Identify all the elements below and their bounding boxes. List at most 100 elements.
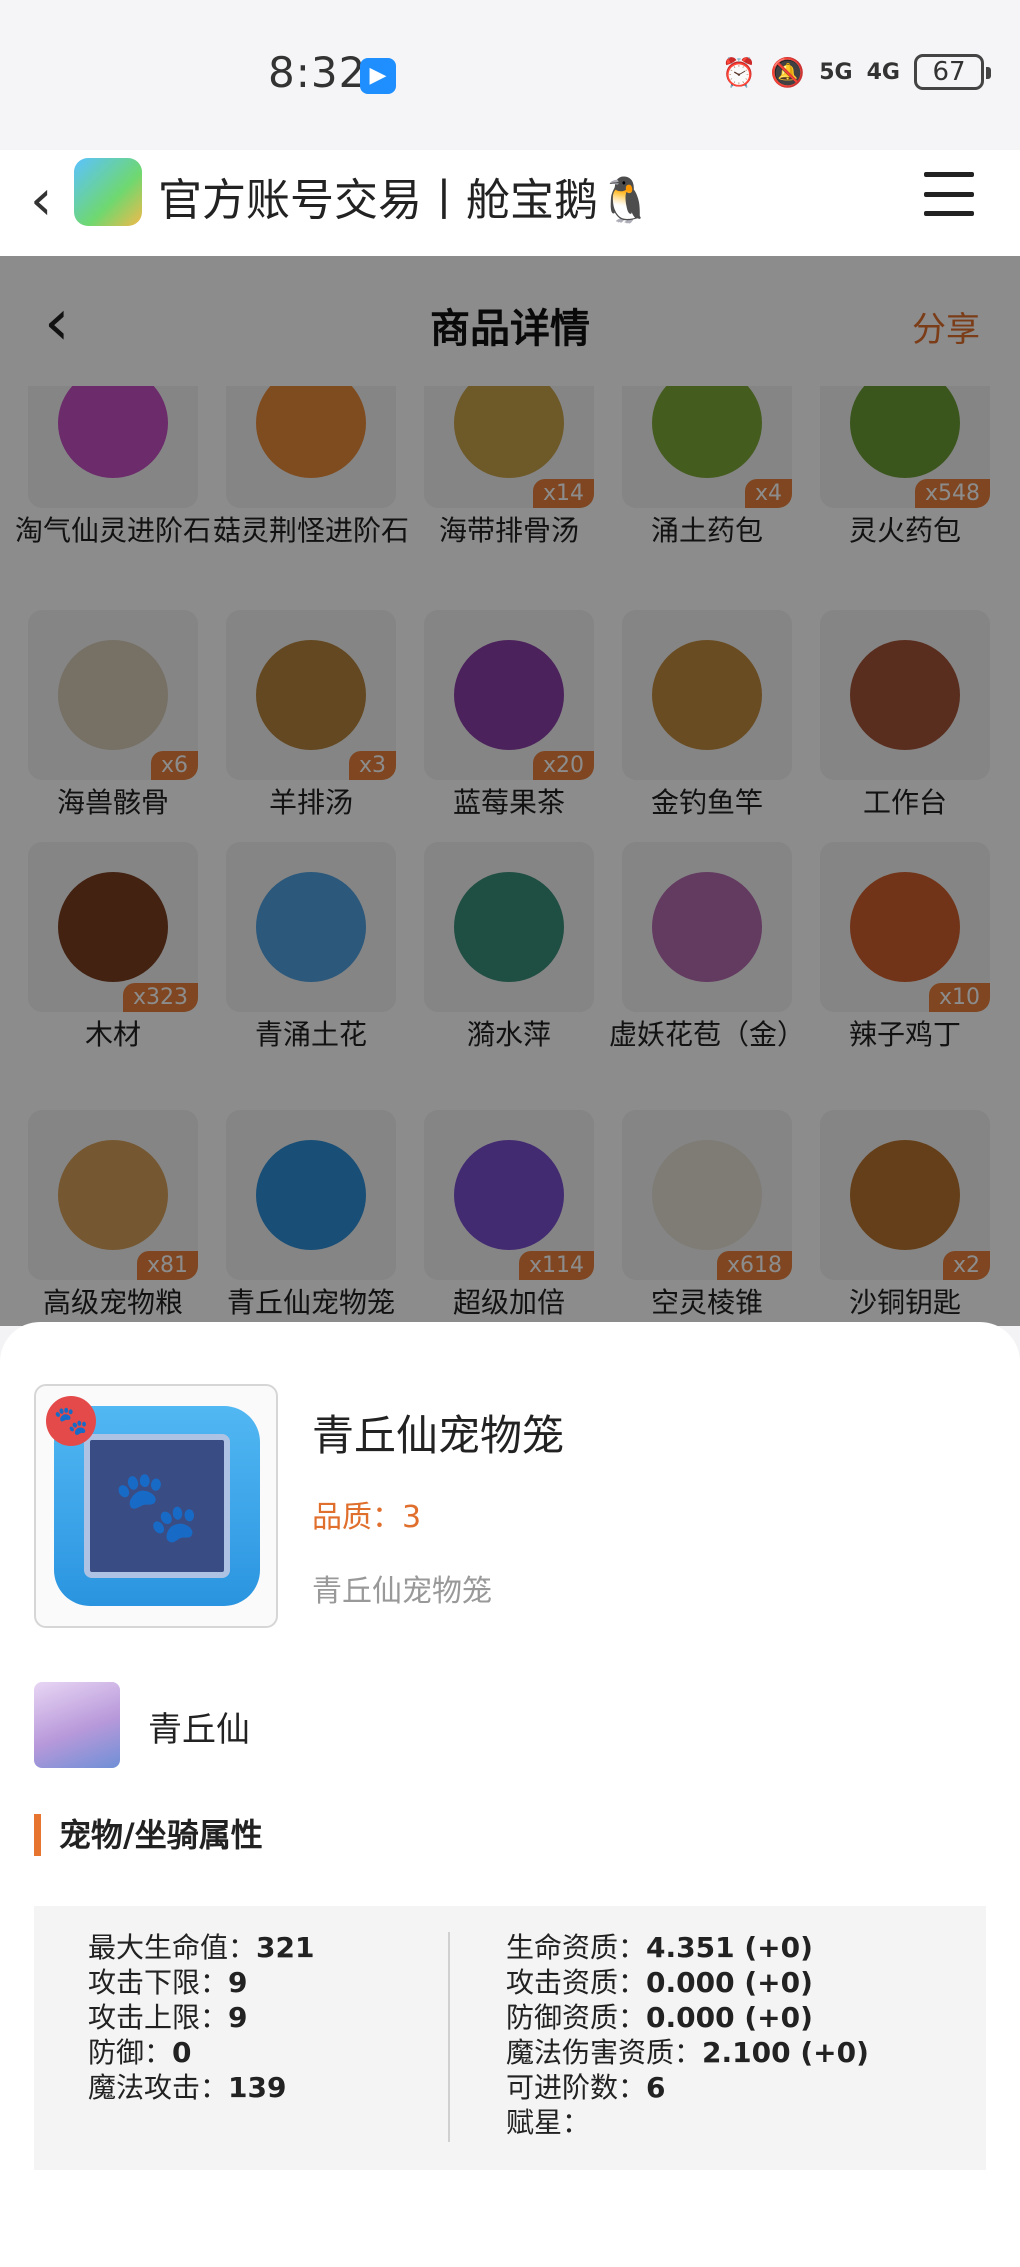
back-arrow-icon[interactable]: ‹ (30, 168, 52, 233)
item-label: 高级宠物粮 (42, 1286, 183, 1319)
share-button[interactable]: 分享 (912, 302, 980, 351)
item-quantity-badge: x2 (942, 1251, 990, 1280)
status-bar: 8:32 ▶ ⏰ 🔕 5G 4G 67 (0, 0, 1020, 150)
attribute-label: 生命资质： (506, 1931, 647, 1964)
attribute-row: 赋星： (506, 2105, 869, 2140)
item-thumbnail: x81 (28, 1110, 198, 1280)
item-quality: 品质：3 (312, 1500, 422, 1535)
item-quantity-badge: x14 (532, 479, 594, 508)
attribute-value: 139 (228, 2071, 287, 2104)
attribute-list-left: 最大生命值：321 攻击下限：9 攻击上限：9 防御：0 魔法攻击：139 (88, 1930, 314, 2105)
grid-item[interactable]: x548 灵火药包 (806, 386, 1004, 548)
item-label: 淘气仙灵进阶石 (14, 514, 211, 547)
grid-item[interactable]: 淘气仙灵进阶石 (14, 386, 212, 548)
attribute-row: 最大生命值：321 (88, 1930, 314, 1965)
item-quantity-badge: x6 (150, 751, 198, 780)
item-icon (652, 1140, 762, 1250)
item-icon (652, 640, 762, 750)
grid-item[interactable]: x6 海兽骸骨 (14, 610, 212, 820)
item-icon (58, 386, 168, 478)
attribute-label: 攻击上限： (88, 2001, 229, 2034)
item-label: 木材 (84, 1018, 141, 1051)
grid-item[interactable]: x81 高级宠物粮 (14, 1110, 212, 1320)
item-quantity-badge: x618 (716, 1251, 792, 1280)
grid-item[interactable]: 虚妖花苞（金） (608, 842, 806, 1052)
item-quantity-badge: x20 (532, 751, 594, 780)
item-label: 海带排骨汤 (438, 514, 579, 547)
item-thumbnail: x6 (28, 610, 198, 780)
item-thumbnail: x14 (424, 386, 594, 508)
item-label: 辣子鸡丁 (848, 1018, 961, 1051)
item-thumbnail: x2 (820, 1110, 990, 1280)
attribute-label: 攻击下限： (88, 1966, 229, 1999)
item-quantity-badge: x114 (518, 1251, 594, 1280)
divider (448, 1932, 450, 2142)
item-name: 青丘仙宠物笼 (312, 1411, 565, 1460)
grid-item[interactable]: 工作台 (806, 610, 1004, 820)
item-label: 空灵棱锥 (650, 1286, 763, 1319)
grid-item[interactable]: x323 木材 (14, 842, 212, 1052)
item-icon (652, 386, 762, 478)
grid-item[interactable]: 金钓鱼竿 (608, 610, 806, 820)
grid-item[interactable]: x14 海带排骨汤 (410, 386, 608, 548)
item-thumbnail: x618 (622, 1110, 792, 1280)
attribute-row: 魔法伤害资质：2.100 (+0) (506, 2035, 869, 2070)
item-label: 沙铜钥匙 (848, 1286, 961, 1319)
item-icon (256, 386, 366, 478)
grid-item[interactable]: x3 羊排汤 (212, 610, 410, 820)
page-title: 商品详情 (430, 306, 590, 352)
item-grid: 淘气仙灵进阶石 菇灵荆怪进阶石 x14 海带排骨汤 x4 涌土药包 x548 灵火药包 x6 海兽… (0, 386, 1020, 1326)
grid-item[interactable]: 菇灵荆怪进阶石 (212, 386, 410, 548)
item-label: 菇灵荆怪进阶石 (212, 514, 409, 547)
status-icons: ⏰ 🔕 5G 4G 67 (722, 54, 991, 90)
pet-avatar (34, 1682, 120, 1768)
grid-item[interactable]: 青丘仙宠物笼 (212, 1110, 410, 1320)
item-quantity-badge: x81 (136, 1251, 198, 1280)
item-label: 灵火药包 (848, 514, 961, 547)
signal-4g-icon: 4G (866, 59, 900, 85)
paw-badge-icon: 🐾 (46, 1396, 96, 1446)
attribute-panel: 最大生命值：321 攻击下限：9 攻击上限：9 防御：0 魔法攻击：139 生命资质：4… (34, 1906, 986, 2170)
item-description: 青丘仙宠物笼 (312, 1574, 492, 1609)
attribute-label: 防御： (88, 2036, 173, 2069)
attribute-value: 0.000 (+0) (646, 2001, 813, 2034)
attribute-row: 可进阶数：6 (506, 2070, 869, 2105)
app-logo (74, 158, 142, 226)
item-icon (58, 1140, 168, 1250)
item-label: 虚妖花苞（金） (608, 1018, 805, 1051)
app-header: ‹ 官方账号交易丨舱宝鹅🐧 (0, 150, 1020, 256)
mute-icon: 🔕 (770, 55, 806, 89)
hamburger-menu-icon[interactable] (924, 172, 974, 216)
item-icon (58, 640, 168, 750)
item-icon (256, 1140, 366, 1250)
grid-item[interactable]: x10 辣子鸡丁 (806, 842, 1004, 1052)
item-image: 🐾 🐾 (34, 1384, 278, 1628)
pet-name: 青丘仙 (148, 1710, 250, 1750)
grid-item[interactable]: x20 蓝莓果茶 (410, 610, 608, 820)
item-detail-sheet: 🐾 🐾 青丘仙宠物笼 品质：3 青丘仙宠物笼 青丘仙 宠物/坐骑属性 最大生命值… (0, 1322, 1020, 2267)
section-title: 宠物/坐骑属性 (34, 1814, 263, 1856)
grid-item[interactable]: x618 空灵棱锥 (608, 1110, 806, 1320)
page-navbar: ‹ 商品详情 分享 (0, 256, 1020, 386)
grid-item[interactable]: x4 涌土药包 (608, 386, 806, 548)
item-thumbnail (226, 842, 396, 1012)
item-label: 羊排汤 (268, 786, 353, 819)
attribute-value: 9 (228, 1966, 248, 1999)
grid-item[interactable]: 青涌土花 (212, 842, 410, 1052)
item-icon (850, 640, 960, 750)
item-thumbnail: x548 (820, 386, 990, 508)
attribute-row: 攻击资质：0.000 (+0) (506, 1965, 869, 2000)
grid-item[interactable]: 漪水萍 (410, 842, 608, 1052)
attribute-label: 可进阶数： (506, 2071, 647, 2104)
attribute-row: 防御资质：0.000 (+0) (506, 2000, 869, 2035)
item-thumbnail: x3 (226, 610, 396, 780)
attribute-value: 6 (646, 2071, 666, 2104)
grid-item[interactable]: x114 超级加倍 (410, 1110, 608, 1320)
item-icon (256, 872, 366, 982)
grid-item[interactable]: x2 沙铜钥匙 (806, 1110, 1004, 1320)
item-thumbnail (226, 1110, 396, 1280)
status-time: 8:32 (268, 48, 367, 97)
item-label: 青涌土花 (254, 1018, 367, 1051)
item-label: 工作台 (862, 786, 947, 819)
item-quantity-badge: x323 (122, 983, 198, 1012)
